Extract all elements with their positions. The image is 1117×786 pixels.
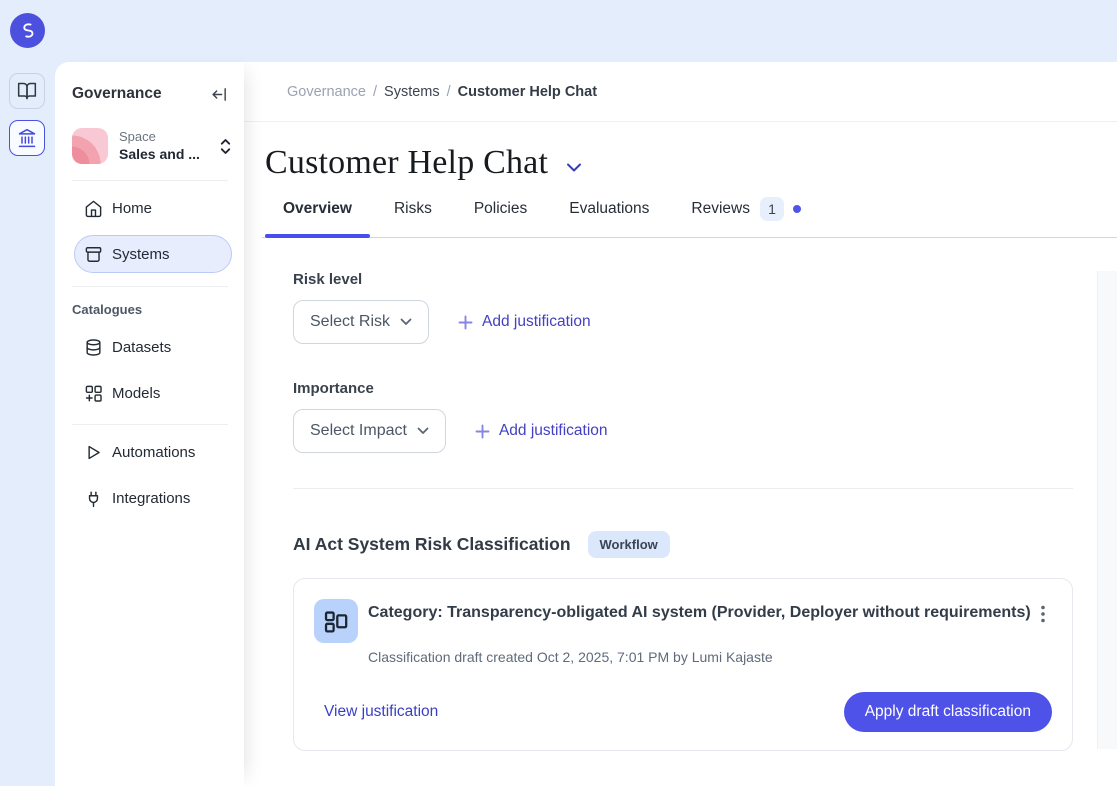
category-icon	[314, 599, 358, 643]
breadcrumb: Governance / Systems / Customer Help Cha…	[244, 62, 1117, 122]
sidebar-item-systems[interactable]: Systems	[74, 235, 232, 273]
divider	[72, 180, 228, 181]
vertical-scrollbar[interactable]	[1097, 271, 1117, 749]
view-justification-link[interactable]: View justification	[324, 703, 438, 721]
risk-level-section: Risk level Select Risk Add justification	[293, 271, 1073, 344]
sidebar-section-label: Catalogues	[72, 302, 244, 317]
home-icon	[84, 199, 103, 218]
divider	[72, 424, 228, 425]
unfold-chevrons-icon	[219, 138, 232, 155]
sidebar-title: Governance	[72, 85, 162, 103]
select-impact-dropdown[interactable]: Select Impact	[293, 409, 446, 453]
plus-icon	[458, 315, 473, 330]
breadcrumb-separator: /	[447, 84, 451, 100]
workflow-badge: Workflow	[588, 531, 670, 558]
add-importance-justification-link[interactable]: Add justification	[475, 422, 608, 440]
space-selector[interactable]: Space Sales and ...	[72, 128, 232, 164]
add-justification-label: Add justification	[499, 422, 608, 440]
sidebar-item-label: Home	[112, 200, 152, 217]
play-icon	[84, 443, 103, 462]
sidebar-item-label: Automations	[112, 444, 195, 461]
tab-label: Risks	[394, 200, 432, 218]
database-icon	[84, 338, 103, 357]
apps-plus-icon	[84, 384, 103, 403]
sidebar-item-label: Integrations	[112, 490, 190, 507]
breadcrumb-separator: /	[373, 84, 377, 100]
app-logo-icon[interactable]	[10, 13, 45, 48]
select-impact-value: Select Impact	[310, 422, 407, 440]
classification-card: Category: Transparency-obligated AI syst…	[293, 578, 1073, 751]
chevron-down-icon	[400, 318, 412, 326]
title-chevron-down-icon[interactable]	[566, 162, 582, 173]
space-avatar	[72, 128, 108, 164]
sidebar-item-models[interactable]: Models	[74, 374, 232, 412]
kebab-menu-icon[interactable]	[1034, 599, 1052, 623]
add-justification-label: Add justification	[482, 313, 591, 331]
sidebar-item-label: Systems	[112, 246, 170, 263]
tab-label: Policies	[474, 200, 527, 218]
sidebar-item-label: Models	[112, 385, 160, 402]
select-risk-value: Select Risk	[310, 313, 390, 331]
sidebar-item-home[interactable]: Home	[74, 189, 232, 227]
main-panel: Governance / Systems / Customer Help Cha…	[244, 62, 1117, 786]
tab-reviews[interactable]: Reviews 1	[673, 197, 819, 237]
plug-icon	[84, 489, 103, 508]
tab-overview[interactable]: Overview	[265, 197, 370, 237]
importance-section: Importance Select Impact Add justificati…	[293, 380, 1073, 453]
book-open-icon	[17, 81, 37, 101]
bank-icon	[17, 128, 37, 148]
governance-rail-button[interactable]	[9, 120, 45, 156]
archive-icon	[84, 245, 103, 264]
tab-evaluations[interactable]: Evaluations	[551, 197, 667, 237]
divider	[293, 488, 1073, 489]
page-title: Customer Help Chat	[265, 144, 548, 182]
space-name: Sales and ...	[119, 145, 215, 163]
reviews-count-badge: 1	[760, 197, 784, 221]
divider	[72, 286, 228, 287]
risk-level-label: Risk level	[293, 271, 1073, 288]
space-kicker: Space	[119, 129, 215, 145]
classification-heading: AI Act System Risk Classification	[293, 534, 571, 555]
breadcrumb-governance[interactable]: Governance	[287, 84, 366, 100]
select-risk-dropdown[interactable]: Select Risk	[293, 300, 429, 344]
tab-label: Overview	[283, 200, 352, 218]
add-risk-justification-link[interactable]: Add justification	[458, 313, 591, 331]
collapse-sidebar-icon[interactable]	[211, 86, 228, 103]
plus-icon	[475, 424, 490, 439]
top-bar	[0, 0, 1117, 62]
classification-card-meta: Classification draft created Oct 2, 2025…	[368, 649, 1052, 665]
tab-risks[interactable]: Risks	[376, 197, 450, 237]
sidebar-item-label: Datasets	[112, 339, 171, 356]
notification-dot	[793, 205, 801, 213]
sidebar-item-datasets[interactable]: Datasets	[74, 328, 232, 366]
tab-policies[interactable]: Policies	[456, 197, 545, 237]
breadcrumb-systems[interactable]: Systems	[384, 84, 440, 100]
sidebar-item-automations[interactable]: Automations	[74, 433, 232, 471]
sidebar: Governance Space Sales and ... Home	[55, 62, 244, 786]
left-icon-rail	[0, 62, 55, 786]
tab-label: Evaluations	[569, 200, 649, 218]
classification-card-title: Category: Transparency-obligated AI syst…	[368, 599, 1034, 626]
apply-draft-classification-button[interactable]: Apply draft classification	[844, 692, 1052, 732]
library-rail-button[interactable]	[9, 73, 45, 109]
sidebar-item-integrations[interactable]: Integrations	[74, 479, 232, 517]
importance-label: Importance	[293, 380, 1073, 397]
tab-bar: Overview Risks Policies Evaluations Revi…	[262, 197, 1117, 238]
breadcrumb-current-page: Customer Help Chat	[458, 84, 597, 100]
tab-label: Reviews	[691, 200, 750, 218]
chevron-down-icon	[417, 427, 429, 435]
